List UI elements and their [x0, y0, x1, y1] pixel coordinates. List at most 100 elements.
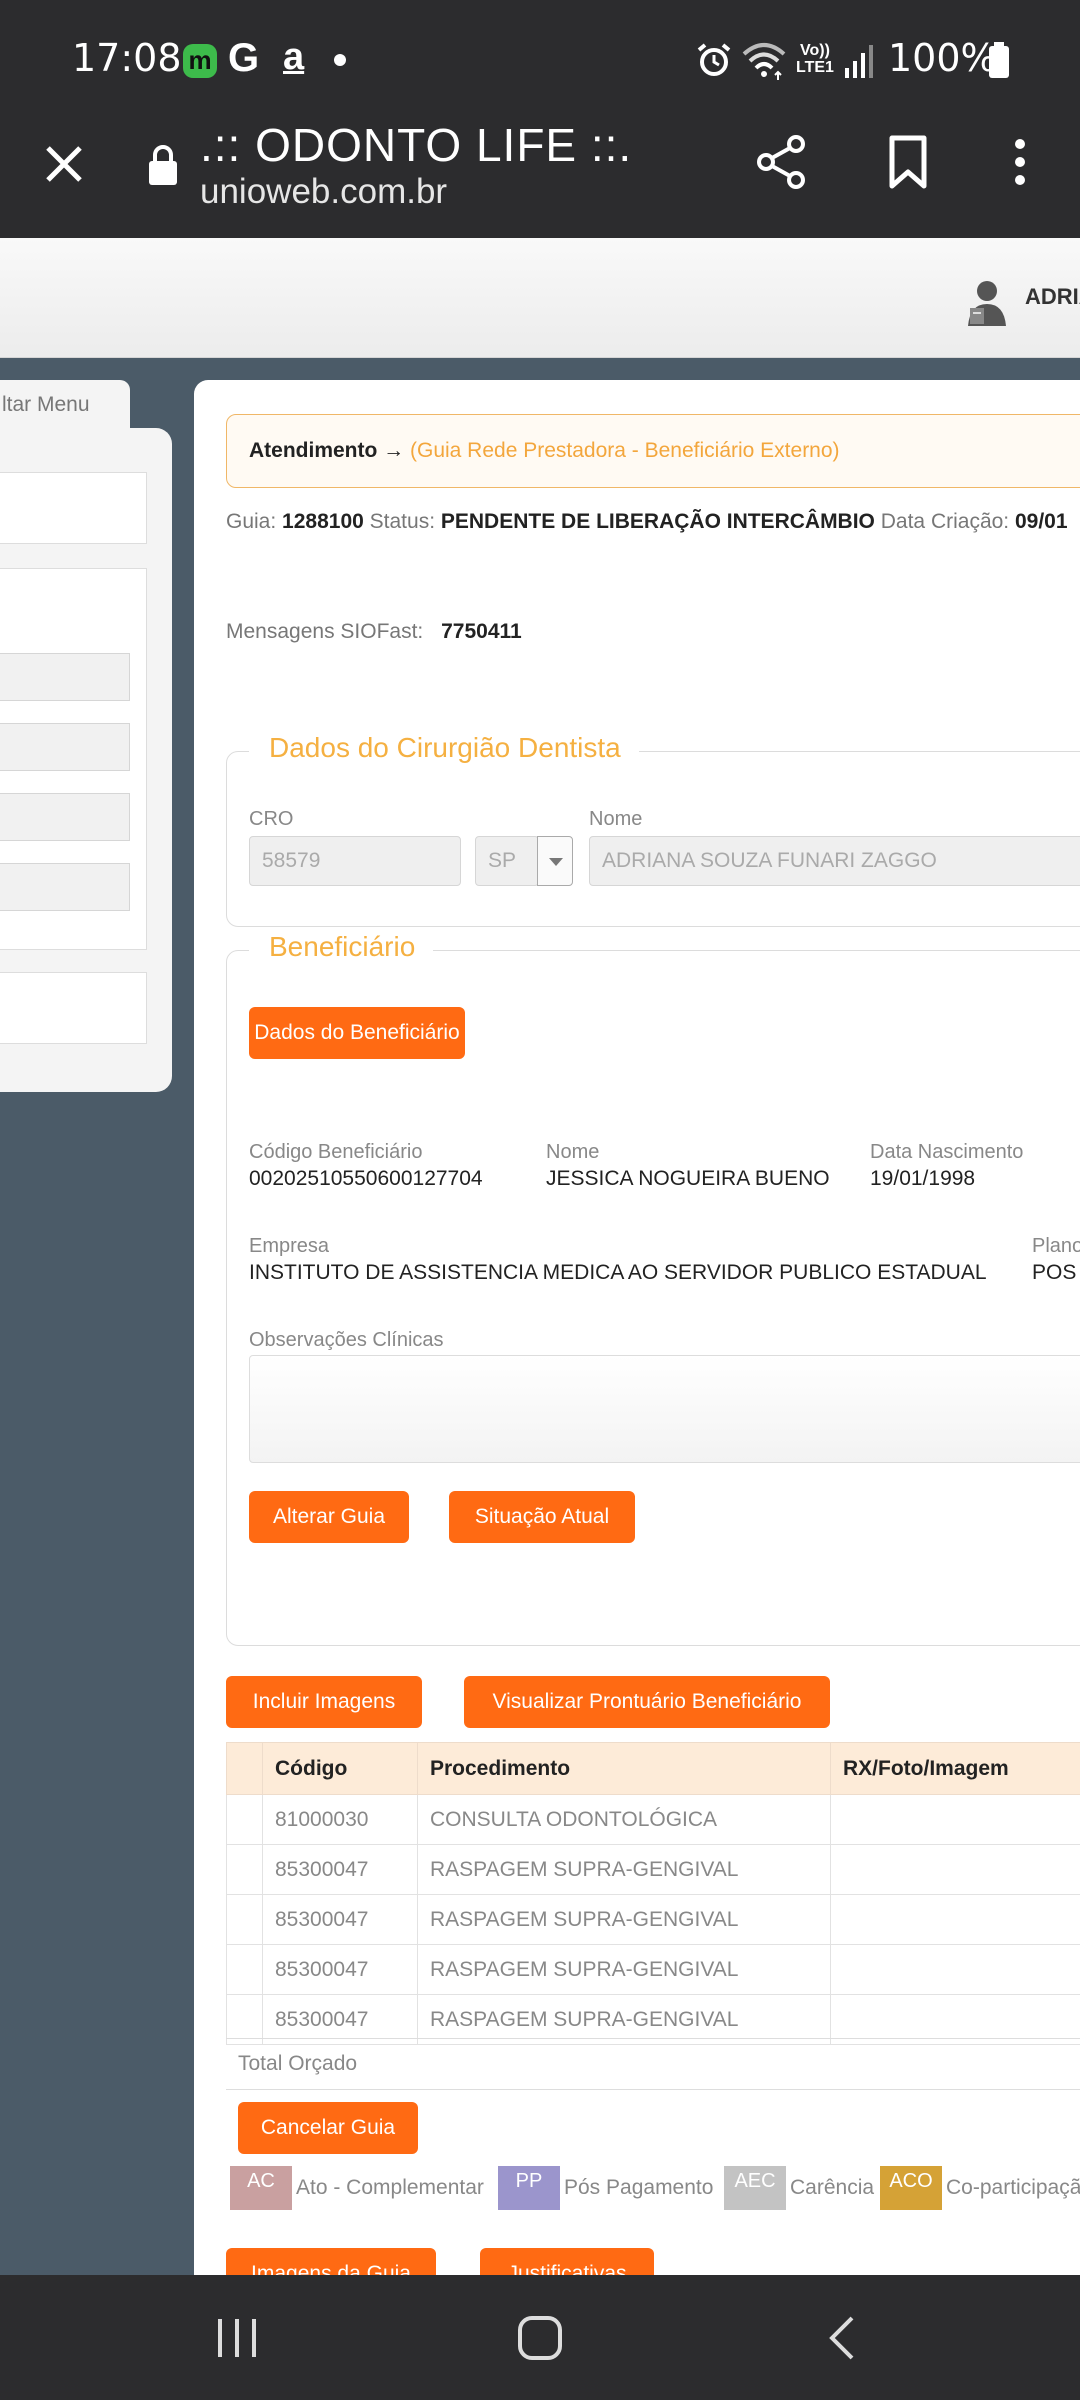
- beneficiary-legend: Beneficiário: [249, 931, 434, 963]
- cro-field[interactable]: 58579: [249, 836, 461, 886]
- table-row[interactable]: 81000030 CONSULTA ODONTOLÓGICA: [226, 1794, 1080, 1845]
- table-header-rx[interactable]: RX/Foto/Imagem: [830, 1742, 1080, 1795]
- sidebar-field-1[interactable]: [0, 653, 130, 701]
- legend-label-pp: Pós Pagamento: [564, 2176, 714, 2199]
- table-row[interactable]: 85300047 RASPAGEM SUPRA-GENGIVAL: [226, 1944, 1080, 1995]
- sidebar-field-3[interactable]: [0, 793, 130, 841]
- recent-apps-icon[interactable]: [216, 2317, 258, 2359]
- dentist-name-field[interactable]: ADRIANA SOUZA FUNARI ZAGGO: [589, 836, 1080, 886]
- beneficiary-name-value: JESSICA NOGUEIRA BUENO: [546, 1167, 830, 1190]
- table-header-code[interactable]: Código: [262, 1742, 418, 1795]
- table-header-select: [226, 1742, 263, 1795]
- home-icon[interactable]: [517, 2315, 563, 2361]
- legend-label-aco: Co-participação: [946, 2176, 1080, 2199]
- guide-info: Guia: 1288100 Status: PENDENTE DE LIBERA…: [226, 510, 1068, 534]
- sidebar-box-bottom[interactable]: [0, 972, 147, 1044]
- birth-date-label: Data Nascimento: [870, 1141, 1024, 1163]
- alter-guide-button[interactable]: Alterar Guia: [249, 1491, 409, 1543]
- sidebar-field-2[interactable]: [0, 723, 130, 771]
- sidebar-box-top[interactable]: [0, 472, 147, 544]
- browser-toolbar: .:: ODONTO LIFE ::. unioweb.com.br: [0, 118, 1080, 238]
- row-procedure: RASPAGEM SUPRA-GENGIVAL: [417, 1994, 831, 2045]
- beneficiary-code-value: 00202510550600127704: [249, 1167, 483, 1190]
- dentist-legend: Dados do Cirurgião Dentista: [249, 732, 639, 764]
- row-rx: [830, 1944, 1080, 1995]
- breadcrumb-arrow: →: [377, 439, 410, 462]
- alarm-icon: [697, 43, 731, 76]
- row-select-cell[interactable]: [226, 1794, 263, 1845]
- row-procedure: RASPAGEM SUPRA-GENGIVAL: [417, 1894, 831, 1945]
- uf-dropdown-arrow-icon[interactable]: [537, 836, 573, 886]
- close-tab-button[interactable]: [40, 140, 88, 188]
- bookmark-icon[interactable]: [886, 134, 930, 190]
- row-code: 85300047: [262, 1894, 418, 1945]
- row-rx: [830, 1794, 1080, 1845]
- beneficiary-fieldset: Beneficiário Dados do Beneficiário Códig…: [226, 931, 1080, 1646]
- table-row[interactable]: 85300047 RASPAGEM SUPRA-GENGIVAL: [226, 1894, 1080, 1945]
- volte-label: Vo)): [800, 42, 830, 59]
- page-url: unioweb.com.br: [200, 172, 448, 211]
- cancel-guide-button[interactable]: Cancelar Guia: [238, 2102, 418, 2154]
- sidebar-filter-box: [0, 568, 147, 950]
- row-procedure: CONSULTA ODONTOLÓGICA: [417, 1794, 831, 1845]
- creation-date-label: Data Criação:: [880, 510, 1010, 533]
- beneficiary-data-button[interactable]: Dados do Beneficiário: [249, 1007, 465, 1059]
- user-avatar-icon[interactable]: [966, 278, 1006, 328]
- main-content: Atendimento → (Guia Rede Prestadora - Be…: [194, 380, 1080, 2275]
- view-records-button[interactable]: Visualizar Prontuário Beneficiário: [464, 1676, 830, 1728]
- legend-chip-pp: PP: [498, 2166, 560, 2210]
- status-bar: 17:08 m G a Vo)) LTE1 100%: [0, 0, 1080, 118]
- row-select-cell[interactable]: [226, 1944, 263, 1995]
- company-label: Empresa: [249, 1235, 330, 1257]
- birth-date-value: 19/01/1998: [870, 1167, 976, 1190]
- total-budget-row: Total Orçado: [226, 2038, 1080, 2090]
- row-select-cell[interactable]: [226, 1994, 263, 2045]
- row-code: 81000030: [262, 1794, 418, 1845]
- current-situation-button[interactable]: Situação Atual: [449, 1491, 635, 1543]
- more-notifications-dot-icon: [334, 54, 346, 66]
- row-rx: [830, 1844, 1080, 1895]
- user-name[interactable]: ADRIA: [1025, 284, 1080, 310]
- row-select-cell[interactable]: [226, 1894, 263, 1945]
- total-budget-label: Total Orçado: [238, 2052, 358, 2075]
- toggle-menu-tab[interactable]: ltar Menu: [0, 380, 130, 430]
- signal-strength-icon: [845, 45, 873, 78]
- justifications-button[interactable]: Justificativas: [480, 2248, 654, 2275]
- row-procedure: RASPAGEM SUPRA-GENGIVAL: [417, 1844, 831, 1895]
- uf-select[interactable]: SP: [475, 836, 539, 886]
- sidebar-field-4[interactable]: [0, 863, 130, 911]
- clinical-notes-textarea[interactable]: [249, 1355, 1080, 1463]
- site-header: ADRIA: [0, 238, 1080, 358]
- back-icon[interactable]: [826, 2315, 856, 2361]
- creation-date-value: 09/01: [1014, 510, 1068, 533]
- table-header-row: Código Procedimento RX/Foto/Imagem: [226, 1742, 1080, 1795]
- row-rx: [830, 1994, 1080, 2045]
- table-header-procedure[interactable]: Procedimento: [417, 1742, 831, 1795]
- wifi-icon: [742, 43, 786, 80]
- table-row[interactable]: 85300047 RASPAGEM SUPRA-GENGIVAL: [226, 1844, 1080, 1895]
- amazon-notification-icon: a: [283, 36, 305, 78]
- guide-images-button[interactable]: Imagens da Guia: [226, 2248, 436, 2275]
- guide-number: 1288100: [282, 510, 364, 533]
- table-row[interactable]: 85300047 RASPAGEM SUPRA-GENGIVAL: [226, 1994, 1080, 2045]
- include-images-button[interactable]: Incluir Imagens: [226, 1676, 422, 1728]
- status-label: Status:: [369, 510, 436, 533]
- siofast-label: Mensagens SIOFast:: [226, 620, 424, 643]
- more-options-icon[interactable]: [1008, 134, 1032, 190]
- procedures-table: Código Procedimento RX/Foto/Imagem 81000…: [226, 1742, 1080, 2045]
- sidebar-panel: [0, 428, 172, 1092]
- legend-chip-ac: AC: [230, 2166, 292, 2210]
- battery-percent: 100%: [888, 36, 997, 80]
- legend-label-aec: Carência: [790, 2176, 875, 2199]
- app-m-notification-icon: m: [183, 44, 217, 78]
- legend-chip-aco: ACO: [880, 2166, 942, 2210]
- clinical-notes-label: Observações Clínicas: [249, 1329, 444, 1351]
- lte-label: LTE1: [796, 59, 834, 76]
- beneficiary-code-label: Código Beneficiário: [249, 1141, 423, 1163]
- google-notification-icon: G: [228, 36, 260, 80]
- beneficiary-name-label: Nome: [546, 1141, 600, 1163]
- cro-label: CRO: [249, 808, 294, 830]
- share-icon[interactable]: [756, 134, 808, 190]
- dentist-fieldset: Dados do Cirurgião Dentista CRO 58579 SP…: [226, 732, 1080, 927]
- row-select-cell[interactable]: [226, 1844, 263, 1895]
